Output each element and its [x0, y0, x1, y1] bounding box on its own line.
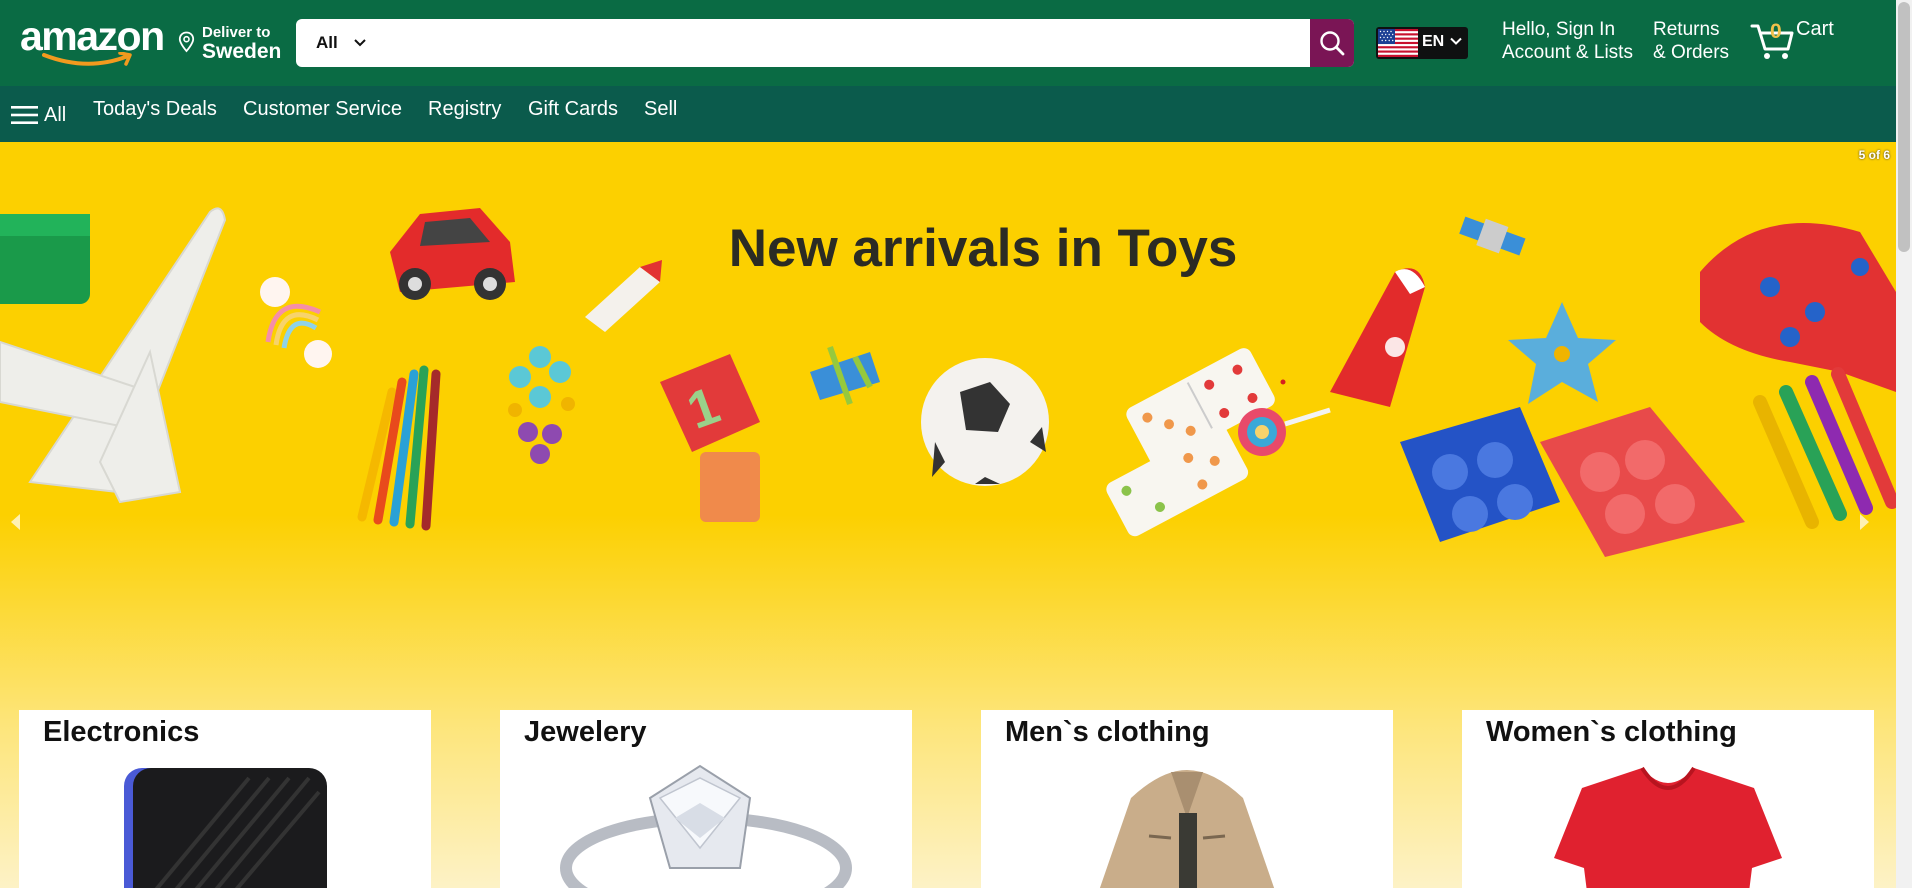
- cart-count: 0: [1770, 20, 1782, 43]
- slide-indicator: 5 of 6: [1858, 148, 1890, 162]
- page-scrollbar[interactable]: [1896, 0, 1912, 888]
- all-menu-label: All: [44, 103, 67, 126]
- account-lists-label: Account & Lists: [1502, 42, 1633, 63]
- cart-label: Cart: [1796, 18, 1834, 40]
- language-code: EN: [1422, 33, 1445, 50]
- hero-title: New arrivals in Toys: [728, 219, 1238, 278]
- category-card-mens-clothing[interactable]: Men`s clothing: [981, 710, 1393, 888]
- nav-registry[interactable]: Registry: [428, 98, 501, 121]
- category-card-electronics[interactable]: Electronics: [19, 710, 431, 888]
- nav-gift-cards[interactable]: Gift Cards: [528, 98, 618, 121]
- category-title: Men`s clothing: [1005, 716, 1210, 748]
- returns-label: Returns: [1653, 19, 1720, 40]
- category-title: Jewelery: [524, 716, 647, 748]
- diamond-ring-image: [560, 764, 852, 888]
- account-lists-link[interactable]: Hello, Sign In Account & Lists: [1502, 18, 1633, 64]
- chevron-down-icon: [1450, 37, 1462, 45]
- category-card-womens-clothing[interactable]: Women`s clothing: [1462, 710, 1874, 888]
- chevron-down-icon: [354, 39, 366, 47]
- search-bar: All: [296, 19, 1354, 67]
- nav-bar: All Today's Deals Customer Service Regis…: [0, 86, 1896, 142]
- toys-banner-image: 1: [0, 207, 1896, 557]
- deliver-label: Deliver to: [202, 24, 271, 41]
- carousel-prev-arrow-icon[interactable]: [8, 512, 22, 532]
- nav-customer-service[interactable]: Customer Service: [243, 98, 402, 121]
- cart-link[interactable]: 0 Cart: [1750, 16, 1870, 66]
- tshirt-image: [1554, 766, 1782, 888]
- returns-orders-link[interactable]: Returns & Orders: [1653, 18, 1729, 64]
- search-icon: [1320, 31, 1345, 56]
- deliver-country: Sweden: [202, 40, 282, 63]
- orders-label: & Orders: [1653, 42, 1730, 63]
- search-input[interactable]: [376, 19, 1304, 67]
- logo-smile-icon: [42, 52, 132, 66]
- language-selector[interactable]: EN: [1376, 27, 1468, 59]
- us-flag-icon: [1378, 29, 1418, 57]
- scrollbar-thumb[interactable]: [1898, 2, 1910, 252]
- hard-drive-image: [124, 768, 327, 888]
- location-pin-icon: [178, 31, 195, 53]
- search-category-select[interactable]: All: [296, 19, 376, 67]
- jacket-image: [1099, 770, 1275, 888]
- category-title: Women`s clothing: [1486, 716, 1737, 748]
- search-category-label: All: [316, 33, 338, 52]
- search-button[interactable]: [1310, 19, 1354, 67]
- category-card-jewelery[interactable]: Jewelery: [500, 710, 912, 888]
- nav-todays-deals[interactable]: Today's Deals: [93, 98, 217, 121]
- nav-sell[interactable]: Sell: [644, 98, 677, 121]
- top-header: amazon Deliver to Sweden All EN Hello, S…: [0, 0, 1896, 86]
- hamburger-menu-icon: [11, 106, 38, 124]
- amazon-logo[interactable]: amazon: [20, 13, 165, 66]
- account-greeting: Hello, Sign In: [1502, 19, 1616, 40]
- all-menu-button[interactable]: All: [11, 102, 66, 128]
- category-title: Electronics: [43, 716, 200, 748]
- logo-text: amazon: [20, 13, 165, 59]
- carousel-next-arrow-icon[interactable]: [1858, 512, 1872, 532]
